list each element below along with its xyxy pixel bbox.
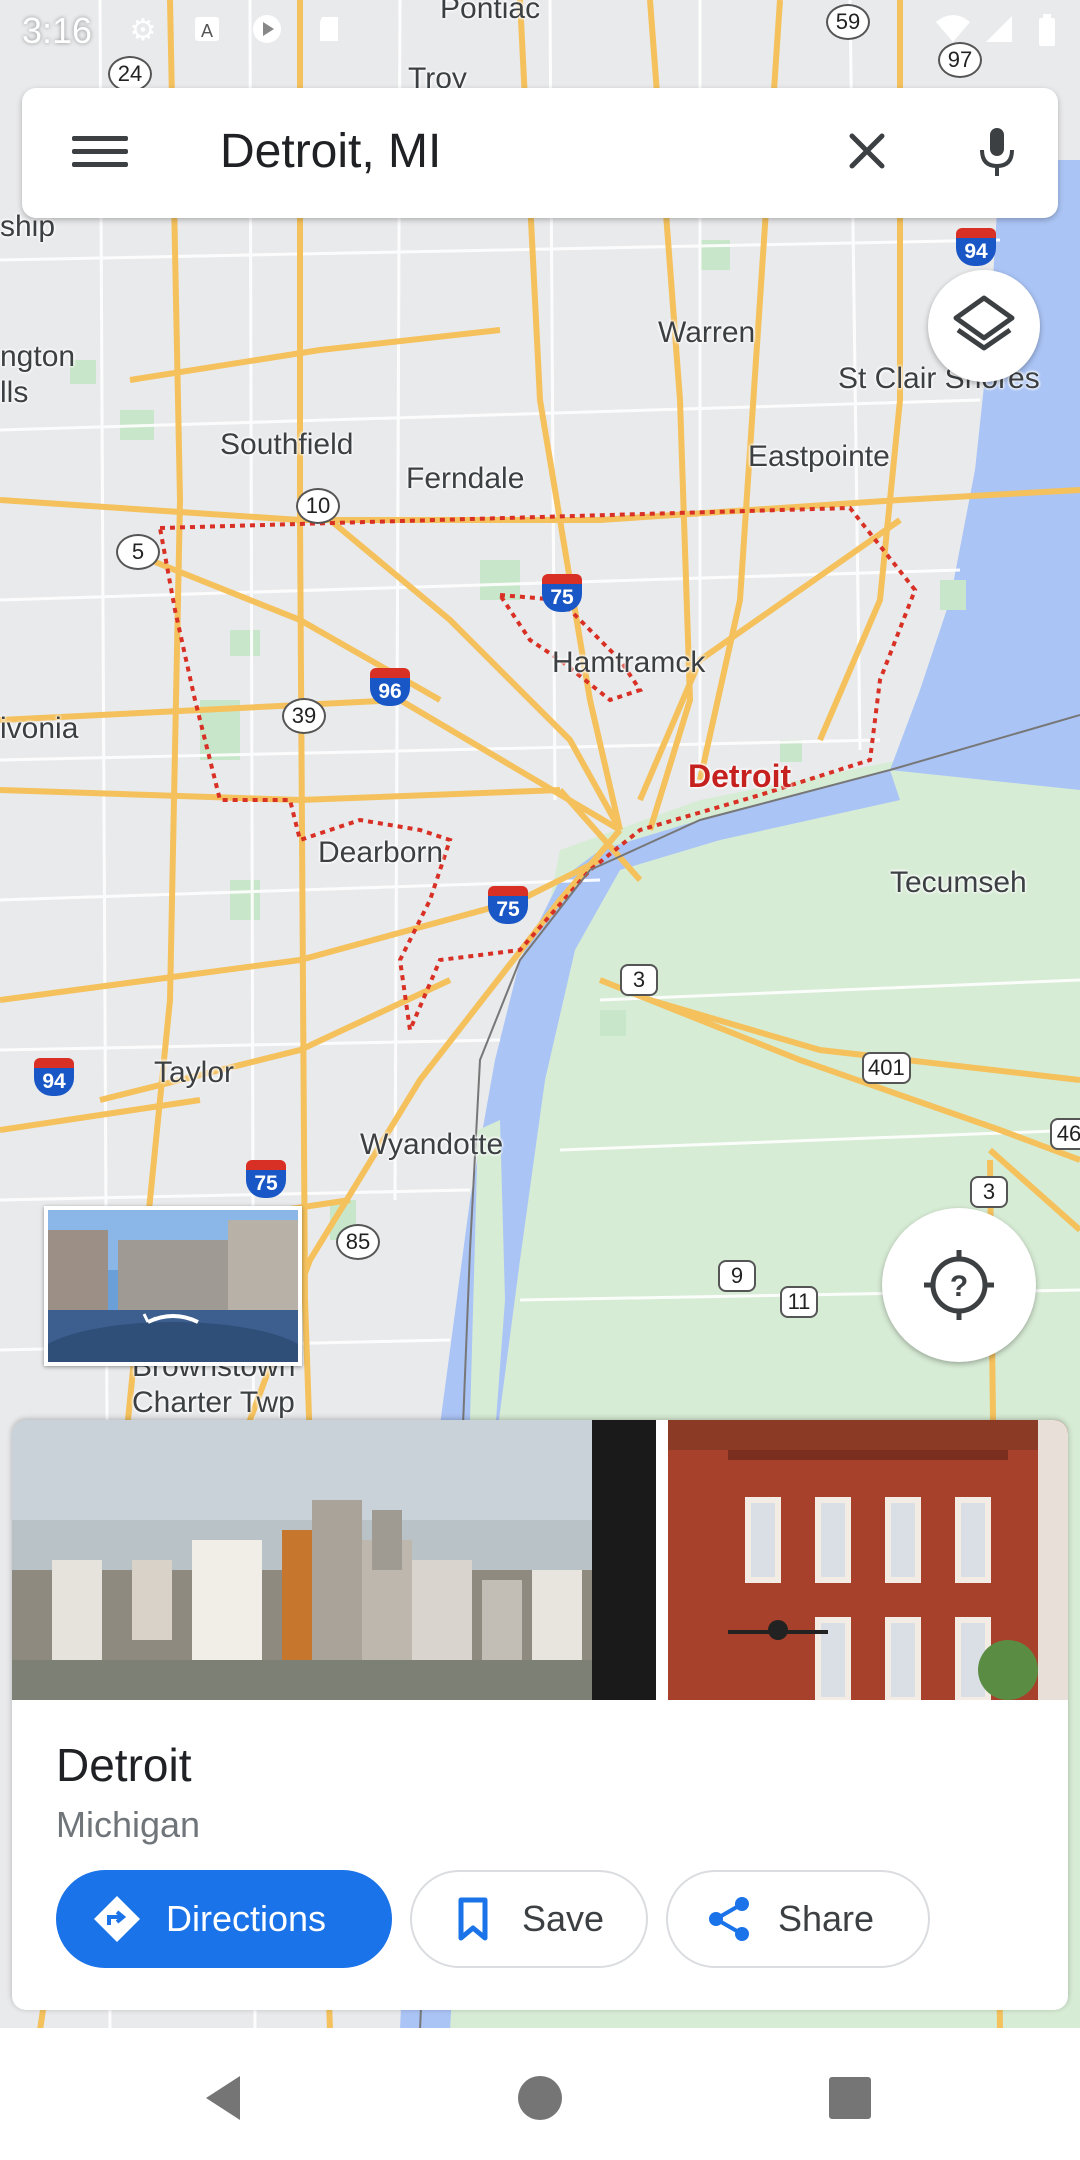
save-button[interactable]: Save [410, 1870, 648, 1968]
search-query[interactable]: Detroit, MI [220, 124, 441, 179]
map-label-wyandotte: Wyandotte [360, 1128, 504, 1161]
text-icon: A [190, 14, 224, 48]
interstate-number: 75 [246, 1170, 286, 1198]
share-icon [709, 1897, 749, 1941]
map-label-ferndale: Ferndale [406, 462, 525, 495]
route-shield-10: 10 [296, 488, 340, 524]
clear-search-icon[interactable] [832, 116, 902, 186]
layers-button[interactable] [928, 270, 1040, 382]
place-photo-building[interactable] [668, 1420, 1068, 1700]
place-name: Detroit [56, 1739, 192, 1791]
place-region: Michigan [56, 1804, 201, 1845]
route-shield-5: 5 [116, 534, 160, 570]
map-label-charter-twp: Charter Twp [132, 1386, 295, 1419]
route-shield-11: 11 [780, 1286, 818, 1318]
map-label-hamtramck: Hamtramck [552, 646, 706, 679]
interstate-number: 75 [542, 584, 582, 612]
interstate-shield-75-south: 75 [246, 1160, 286, 1200]
map-label-dearborn: Dearborn [318, 836, 444, 869]
layers-icon [953, 295, 1015, 351]
map-label-warren: Warren [658, 316, 756, 349]
settings-icon: ⚙ [129, 14, 157, 47]
interstate-shield-75-central: 75 [488, 886, 528, 926]
interstate-number: 96 [370, 678, 410, 706]
place-card[interactable]: Detroit Michigan Directions Save Share [12, 1420, 1068, 2010]
place-photo-skyline[interactable] [12, 1420, 656, 1700]
share-label: Share [778, 1898, 875, 1939]
signal-icon [982, 14, 1016, 48]
search-bar[interactable]: Detroit, MI [22, 88, 1058, 218]
map-label-eastpointe: Eastpointe [748, 440, 890, 473]
map-label-detroit: Detroit [688, 758, 792, 794]
interstate-number: 75 [488, 896, 528, 924]
interstate-shield-94-west: 94 [34, 1058, 74, 1098]
home-icon[interactable] [510, 2068, 570, 2128]
system-nav-bar [0, 2028, 1080, 2160]
my-location-button[interactable]: ? [882, 1208, 1036, 1362]
route-shield-401: 401 [862, 1052, 911, 1084]
interstate-shield-94-north: 94 [956, 228, 996, 268]
recents-icon[interactable] [820, 2068, 880, 2128]
directions-icon [94, 1896, 140, 1942]
play-store-icon [250, 14, 284, 48]
bookmark-icon [458, 1897, 488, 1941]
route-shield-39: 39 [282, 698, 326, 734]
map-label-southfield: Southfield [220, 428, 354, 461]
route-shield-85: 85 [336, 1224, 380, 1260]
map-label-ills: lls [0, 376, 29, 409]
interstate-shield-96: 96 [370, 668, 410, 708]
svg-text:?: ? [950, 1270, 968, 1303]
route-shield-3-b: 3 [970, 1176, 1008, 1208]
route-shield-46: 46 [1050, 1118, 1080, 1150]
status-bar: 3:16 ⚙ A [0, 0, 1080, 64]
microphone-icon[interactable] [962, 116, 1032, 186]
wifi-icon [936, 14, 970, 48]
battery-icon [1030, 14, 1064, 48]
interstate-number: 94 [956, 238, 996, 266]
route-shield-3-a: 3 [620, 964, 658, 996]
street-view-thumbnail[interactable] [44, 1206, 302, 1366]
save-label: Save [522, 1898, 605, 1939]
menu-icon[interactable] [72, 128, 128, 178]
interstate-shield-75-north: 75 [542, 574, 582, 614]
sd-card-icon [312, 14, 346, 48]
share-button[interactable]: Share [666, 1870, 930, 1968]
map-label-taylor: Taylor [154, 1056, 235, 1089]
my-location-icon: ? [924, 1250, 994, 1320]
map-label-livonia: ivonia [0, 712, 79, 745]
map-label-tecumseh: Tecumseh [890, 866, 1027, 899]
svg-text:A: A [201, 21, 213, 41]
interstate-number: 94 [34, 1068, 74, 1096]
back-icon[interactable] [196, 2068, 256, 2128]
map-label-ington: ngton [0, 340, 76, 373]
route-shield-9: 9 [718, 1260, 756, 1292]
directions-label: Directions [166, 1898, 327, 1939]
status-time: 3:16 [22, 10, 93, 51]
directions-button[interactable]: Directions [56, 1870, 392, 1968]
